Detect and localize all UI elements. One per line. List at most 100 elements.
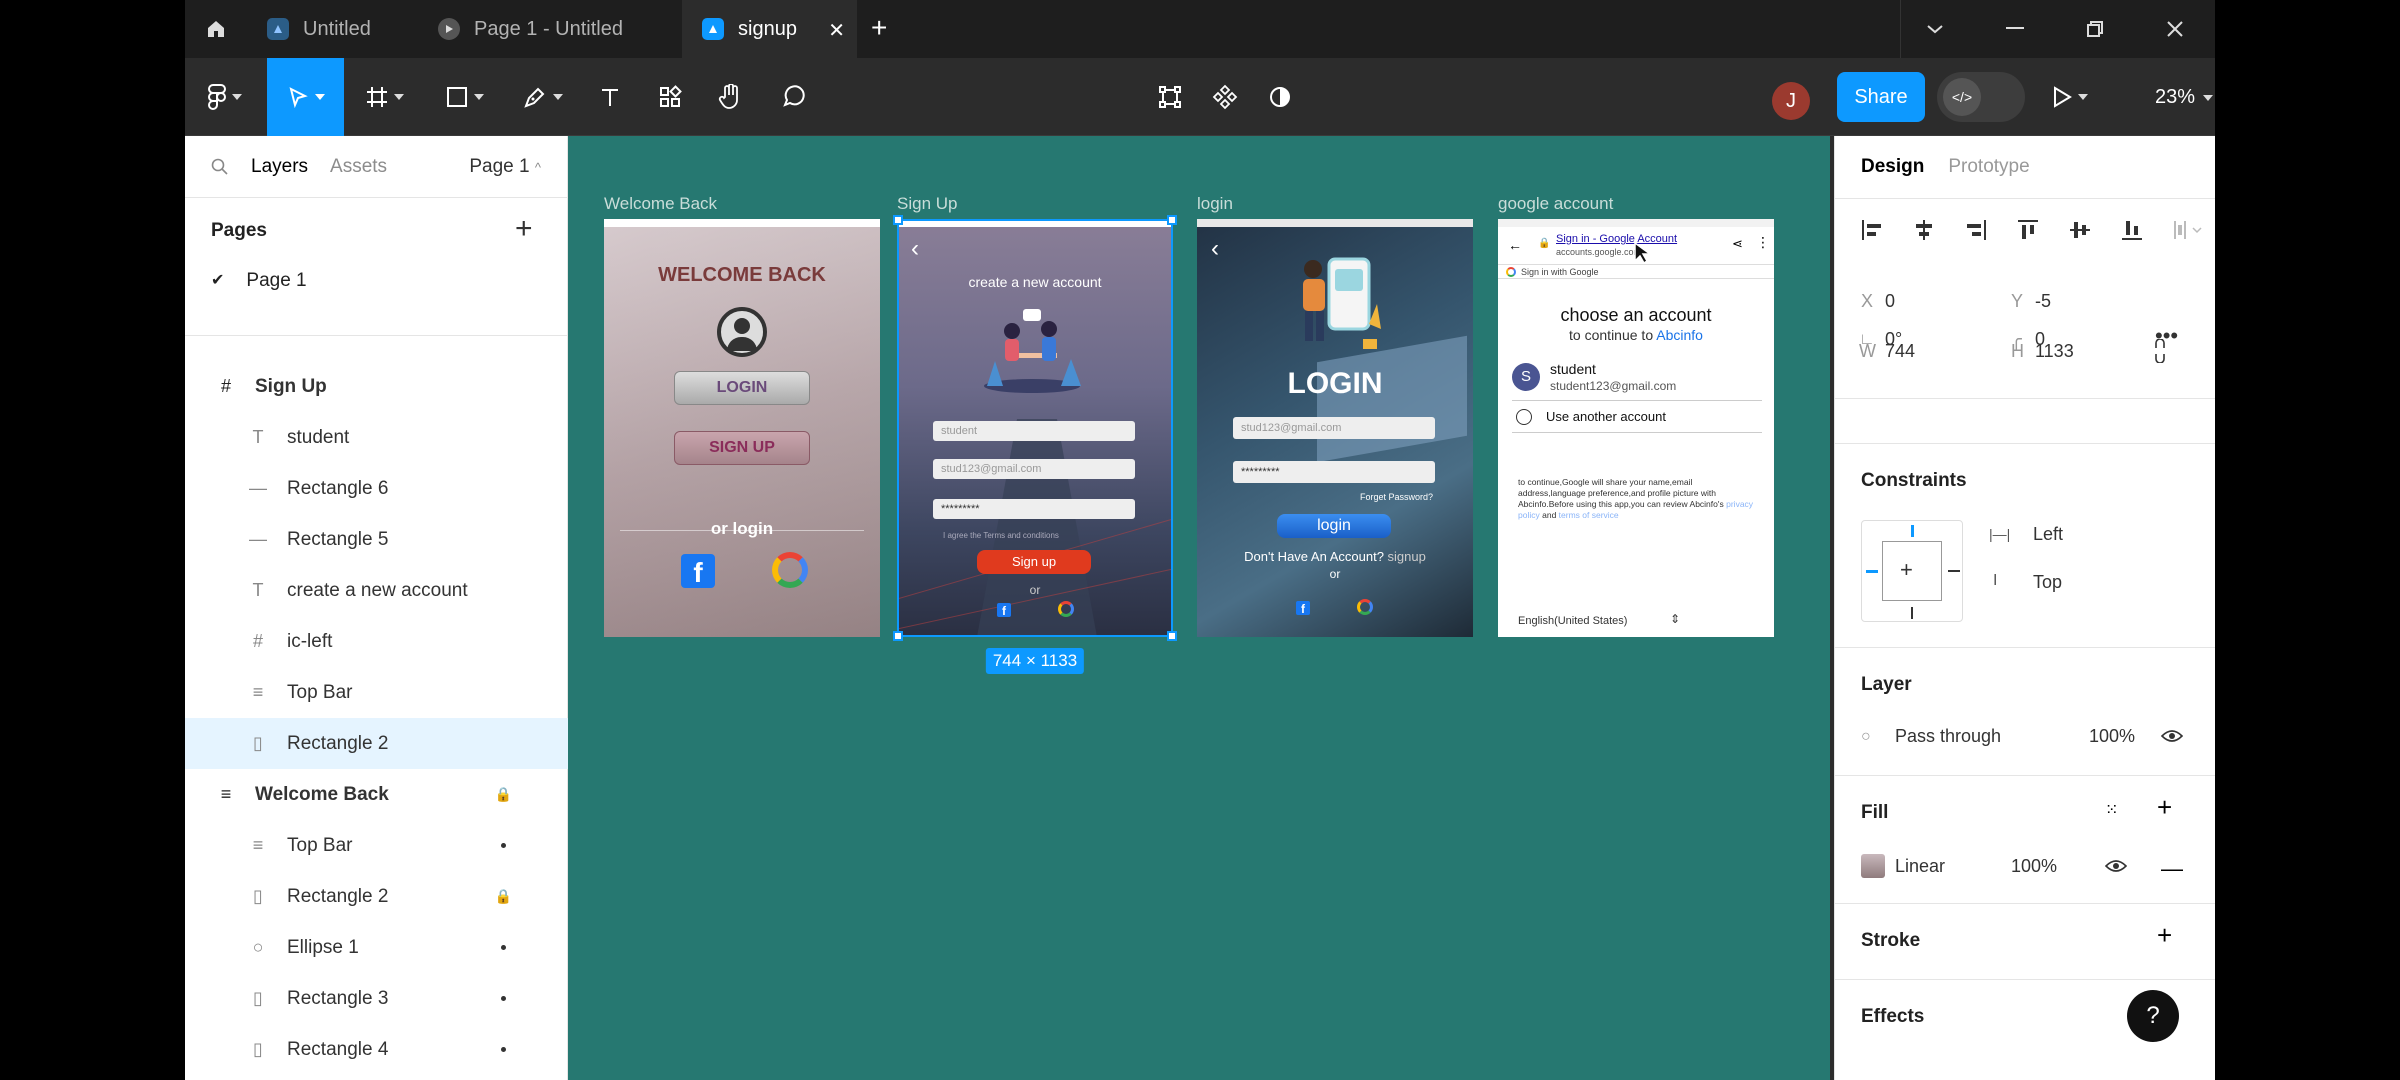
facebook-icon[interactable]: f bbox=[681, 554, 715, 588]
more-icon[interactable]: ⋮ bbox=[1756, 234, 1770, 251]
use-another-account-option[interactable]: Use another account bbox=[1512, 407, 1762, 433]
home-button[interactable] bbox=[185, 0, 247, 58]
blend-mode-select[interactable]: Pass through bbox=[1895, 726, 2001, 747]
fill-type[interactable]: Linear bbox=[1895, 856, 1945, 877]
visibility-dot-icon[interactable] bbox=[501, 843, 506, 848]
frame-label-welcome-back[interactable]: Welcome Back bbox=[604, 194, 717, 214]
layer-row[interactable]: ○ Ellipse 1 bbox=[185, 922, 568, 973]
tab-assets[interactable]: Assets bbox=[330, 156, 387, 178]
text-tool[interactable] bbox=[585, 58, 635, 136]
back-chevron-icon[interactable]: ‹ bbox=[1211, 235, 1219, 263]
y-input[interactable]: -5 bbox=[2035, 291, 2051, 312]
dev-mode-toggle[interactable]: </> bbox=[1937, 72, 2025, 122]
distribute-icon[interactable] bbox=[2173, 219, 2203, 241]
layer-row[interactable]: Tstudent bbox=[185, 412, 568, 463]
align-left-icon[interactable] bbox=[1861, 219, 1883, 241]
share-button[interactable]: Share bbox=[1837, 72, 1925, 122]
constraint-widget[interactable]: + bbox=[1861, 520, 1963, 622]
layer-row[interactable]: ▯ Rectangle 2 bbox=[185, 718, 568, 769]
layer-row[interactable]: — Rectangle 5 bbox=[185, 514, 568, 565]
eye-icon[interactable] bbox=[2161, 728, 2183, 744]
frame-label-sign-up[interactable]: Sign Up bbox=[897, 194, 957, 214]
add-stroke-icon[interactable]: + bbox=[2157, 920, 2172, 951]
close-tab-icon[interactable]: ✕ bbox=[828, 18, 845, 43]
style-grid-icon[interactable]: ⁙ bbox=[2105, 800, 2118, 820]
resources-tool[interactable] bbox=[645, 58, 695, 136]
hand-tool[interactable] bbox=[705, 58, 755, 136]
move-tool[interactable] bbox=[267, 58, 344, 136]
share-icon[interactable]: ⋖ bbox=[1732, 236, 1743, 252]
user-avatar[interactable]: J bbox=[1772, 82, 1810, 120]
layer-row[interactable]: Tcreate a new account bbox=[185, 565, 568, 616]
align-center-h-icon[interactable] bbox=[1913, 219, 1935, 241]
search-icon[interactable] bbox=[211, 158, 229, 176]
tab-untitled[interactable]: Untitled bbox=[247, 0, 418, 58]
constraint-horizontal-select[interactable]: Left bbox=[2033, 524, 2063, 545]
remove-fill-icon[interactable]: — bbox=[2161, 856, 2183, 882]
signup-link[interactable]: signup bbox=[1388, 549, 1426, 564]
tab-page1-untitled[interactable]: Page 1 - Untitled bbox=[418, 0, 668, 58]
create-component-button[interactable] bbox=[1200, 58, 1250, 136]
align-right-icon[interactable] bbox=[1965, 219, 1987, 241]
login-submit-button[interactable]: login bbox=[1277, 514, 1391, 538]
frame-label-login[interactable]: login bbox=[1197, 194, 1233, 214]
page-selector[interactable]: Page 1 ^ bbox=[469, 156, 541, 178]
visibility-dot-icon[interactable] bbox=[501, 945, 506, 950]
add-fill-icon[interactable]: + bbox=[2157, 792, 2172, 823]
zoom-menu[interactable]: 23% bbox=[2155, 86, 2214, 109]
new-tab-button[interactable]: + bbox=[871, 12, 887, 44]
frame-tool[interactable] bbox=[355, 58, 415, 136]
restore-icon[interactable] bbox=[2060, 0, 2130, 58]
lock-icon[interactable]: 🔒 bbox=[495, 786, 512, 803]
layer-row[interactable]: # ic-left bbox=[185, 616, 568, 667]
layer-row[interactable]: ≡ Welcome Back 🔒 bbox=[185, 769, 568, 820]
facebook-icon[interactable]: f bbox=[1296, 601, 1310, 616]
layer-row[interactable]: ▯ Rectangle 3 bbox=[185, 973, 568, 1024]
email-field[interactable]: stud123@gmail.com bbox=[1233, 417, 1435, 439]
lock-icon[interactable]: 🔒 bbox=[495, 888, 512, 905]
back-arrow-icon[interactable]: ← bbox=[1508, 237, 1522, 253]
help-button[interactable]: ? bbox=[2127, 990, 2179, 1042]
more-options-icon[interactable]: ••• bbox=[2155, 323, 2178, 349]
align-center-v-icon[interactable] bbox=[2069, 219, 2091, 241]
frame-label-google-account[interactable]: google account bbox=[1498, 194, 1613, 214]
shape-tool[interactable] bbox=[435, 58, 495, 136]
layer-opacity-input[interactable]: 100% bbox=[2089, 726, 2135, 747]
align-bottom-icon[interactable] bbox=[2121, 219, 2143, 241]
signup-button[interactable]: SIGN UP bbox=[674, 431, 810, 465]
password-field[interactable]: ********* bbox=[1233, 461, 1435, 483]
corner-radius-input[interactable]: 0 bbox=[2035, 329, 2045, 350]
google-icon[interactable] bbox=[772, 552, 808, 588]
fill-opacity-input[interactable]: 100% bbox=[2011, 856, 2057, 877]
layer-row[interactable]: ≡ Top Bar bbox=[185, 820, 568, 871]
pen-tool[interactable] bbox=[513, 58, 573, 136]
account-option-student[interactable]: S student student123@gmail.com bbox=[1512, 359, 1762, 401]
google-icon[interactable] bbox=[1357, 599, 1373, 615]
tab-signup[interactable]: signup ✕ bbox=[682, 0, 857, 58]
layer-row[interactable]: # Sign Up bbox=[185, 361, 568, 412]
login-button[interactable]: LOGIN bbox=[674, 371, 810, 405]
terms-link[interactable]: terms of service bbox=[1559, 510, 1619, 520]
visibility-dot-icon[interactable] bbox=[501, 1047, 506, 1052]
layer-row[interactable]: — Rectangle 6 bbox=[185, 463, 568, 514]
layer-row[interactable]: ▯ Rectangle 4 bbox=[185, 1024, 568, 1075]
tab-prototype[interactable]: Prototype bbox=[1948, 156, 2029, 178]
frame-login[interactable]: ‹ LOGIN stud123@gmail.com ********* Forg… bbox=[1197, 219, 1473, 637]
forget-password-link[interactable]: Forget Password? bbox=[1360, 492, 1433, 502]
close-window-icon[interactable] bbox=[2140, 0, 2210, 58]
page-item-page1[interactable]: ✔ Page 1 bbox=[211, 270, 307, 292]
add-page-button[interactable]: + bbox=[515, 212, 533, 246]
layer-row[interactable]: ≡ Top Bar bbox=[185, 667, 568, 718]
language-selector[interactable]: English(United States) bbox=[1518, 615, 1627, 627]
create-frame-button[interactable] bbox=[1145, 58, 1195, 136]
x-input[interactable]: 0 bbox=[1885, 291, 1895, 312]
minimize-icon[interactable] bbox=[1980, 0, 2050, 58]
main-menu-button[interactable] bbox=[195, 58, 255, 136]
fill-swatch[interactable] bbox=[1861, 854, 1885, 878]
present-button[interactable] bbox=[2040, 58, 2100, 136]
align-top-icon[interactable] bbox=[2017, 219, 2039, 241]
visibility-dot-icon[interactable] bbox=[501, 996, 506, 1001]
mask-button[interactable] bbox=[1255, 58, 1305, 136]
tab-design[interactable]: Design bbox=[1861, 156, 1924, 178]
rotation-input[interactable]: 0° bbox=[1885, 329, 1902, 350]
